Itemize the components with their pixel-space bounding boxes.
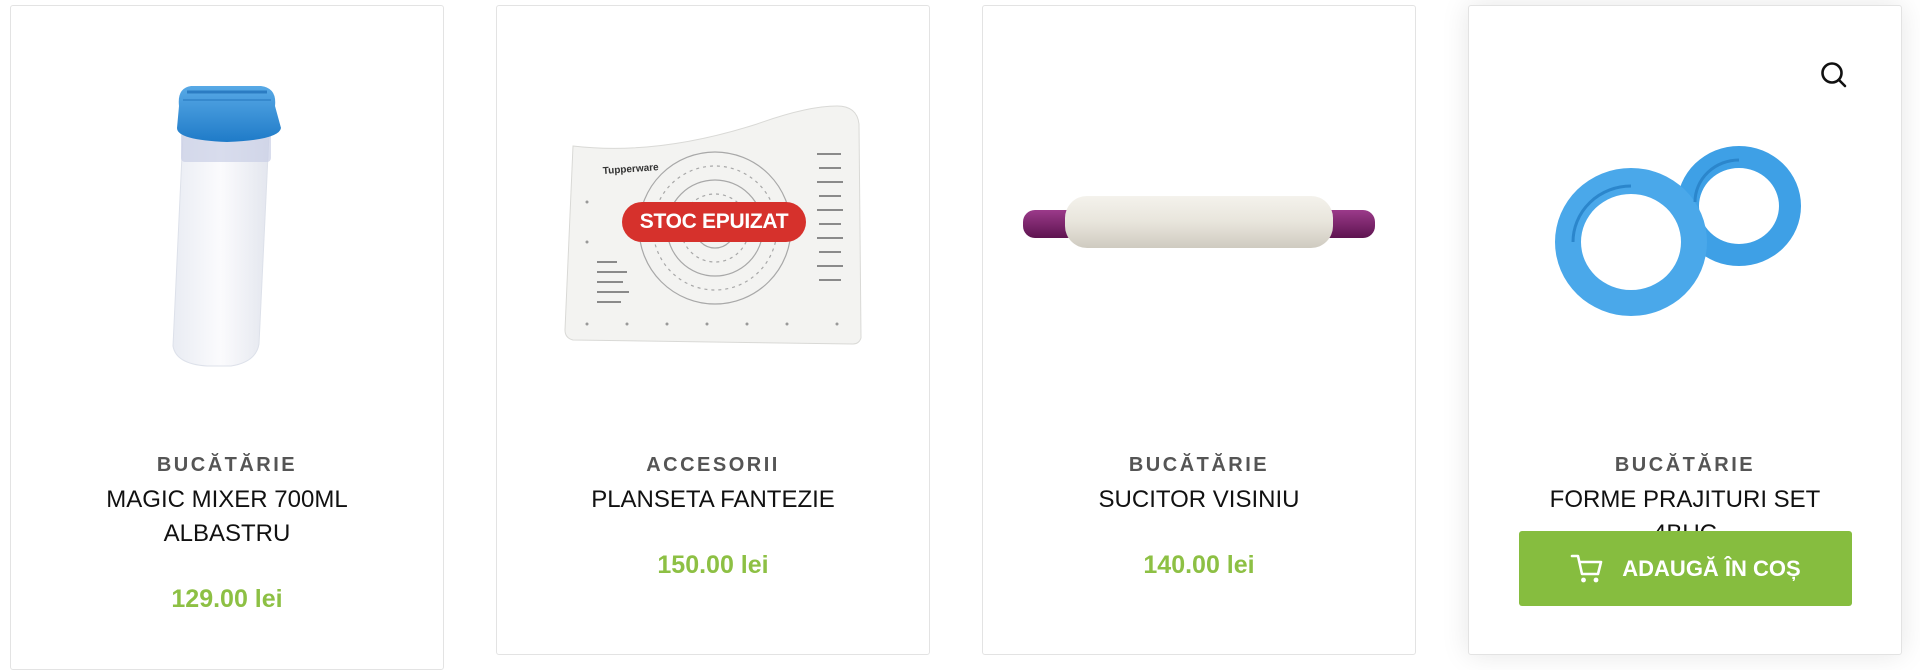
product-image[interactable]: [11, 6, 443, 426]
product-title[interactable]: PLANSETA FANTEZIE: [563, 483, 863, 517]
product-image[interactable]: [1469, 6, 1901, 426]
product-image[interactable]: Tupperware STOC EPUIZAT: [497, 6, 929, 426]
search-icon: [1821, 62, 1847, 88]
add-to-cart-button[interactable]: ADAUGĂ ÎN COȘ: [1519, 531, 1852, 606]
product-category[interactable]: BUCĂTĂRIE: [983, 454, 1415, 477]
product-price: 150.00 lei: [657, 551, 769, 579]
blue-shaker-bottle-image: [172, 86, 281, 367]
product-category[interactable]: ACCESORII: [497, 454, 929, 477]
product-card[interactable]: Tupperware STOC EPUIZAT ACCESORII PLANSE…: [496, 5, 930, 655]
product-price: 140.00 lei: [1143, 551, 1255, 579]
product-card[interactable]: BUCĂTĂRIE SUCITOR VISINIU 140.00 lei: [982, 5, 1416, 655]
shopping-cart-icon: [1570, 553, 1604, 585]
product-card[interactable]: BUCĂTĂRIE FORME PRAJITURI SET 4BUC ADAUG…: [1468, 5, 1902, 655]
product-title[interactable]: MAGIC MIXER 700ML ALBASTRU: [77, 483, 377, 551]
product-title[interactable]: SUCITOR VISINIU: [1049, 483, 1349, 517]
quick-view-search-button[interactable]: [1817, 58, 1853, 94]
product-price: 129.00 lei: [171, 585, 283, 613]
product-card[interactable]: BUCĂTĂRIE MAGIC MIXER 700ML ALBASTRU 129…: [10, 5, 444, 670]
out-of-stock-badge: STOC EPUIZAT: [622, 202, 806, 242]
product-category[interactable]: BUCĂTĂRIE: [1469, 454, 1901, 477]
product-grid: BUCĂTĂRIE MAGIC MIXER 700ML ALBASTRU 129…: [0, 0, 1920, 670]
product-image[interactable]: [983, 6, 1415, 426]
add-to-cart-label: ADAUGĂ ÎN COȘ: [1622, 555, 1801, 581]
rolling-pin-image: [1023, 196, 1375, 248]
product-category[interactable]: BUCĂTĂRIE: [11, 454, 443, 477]
